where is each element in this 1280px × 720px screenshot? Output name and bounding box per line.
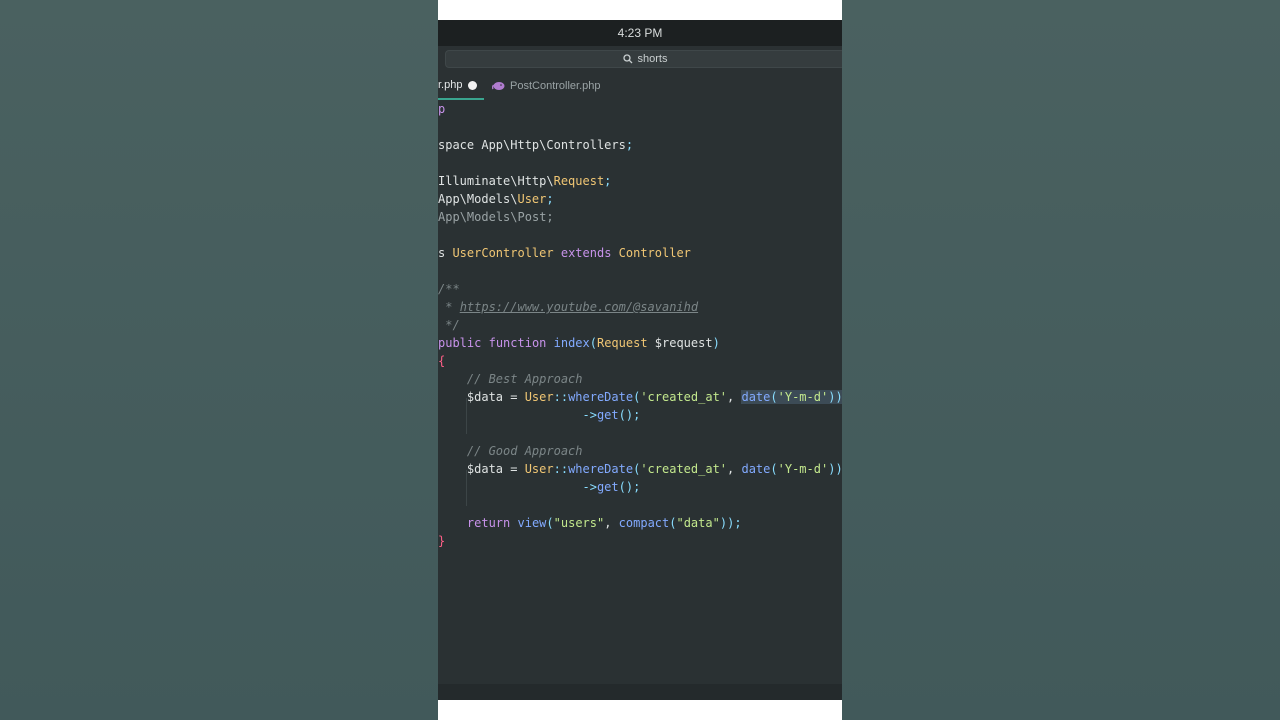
search-value: shorts [637, 53, 668, 65]
code-line-1: p [438, 102, 446, 116]
code-line-14: public function index(Request $request) [438, 336, 720, 350]
code-line-18: ->get(); [582, 408, 641, 422]
code-line-25: } [438, 534, 446, 548]
editor-tabs: r.php PostController.php [438, 72, 842, 100]
top-bar: 4:23 PM [438, 20, 842, 46]
code-line-3: space App\Http\Controllers; [438, 138, 634, 152]
modified-dot-icon [468, 80, 478, 90]
video-frame: 4:23 PM shorts r.php PostController.php [438, 0, 842, 720]
tab-label: PostController.php [510, 80, 601, 92]
code-line-13: */ [438, 318, 460, 332]
code-line-24: return view("users", compact("data")); [466, 516, 742, 530]
code-line-15: { [438, 354, 446, 368]
code-line-7: App\Models\Post; [438, 210, 554, 224]
code-line-6: App\Models\User; [438, 192, 554, 206]
code-line-11: /** [438, 282, 460, 296]
background-right [842, 0, 1280, 720]
code-line-16: // Best Approach [438, 372, 583, 386]
editor-status-bar [438, 684, 842, 700]
search-input[interactable]: shorts [445, 50, 842, 68]
code-line-12: * https://www.youtube.com/@savanihd [438, 300, 699, 314]
tab-label: r.php [438, 79, 463, 91]
code-line-20: // Good Approach [438, 444, 583, 458]
code-line-17: $data = User::whereDate('created_at', da… [438, 390, 842, 404]
background-left [0, 0, 438, 720]
code-line-22: ->get(); [582, 480, 641, 494]
clock: 4:23 PM [617, 26, 663, 40]
search-icon [622, 54, 632, 64]
search-row: shorts [438, 46, 842, 72]
code-line-5: Illuminate\Http\Request; [438, 174, 612, 188]
php-elephant-icon [492, 82, 505, 90]
code-line-21: $data = User::whereDate('created_at', da… [438, 462, 842, 476]
code-editor[interactable]: p space App\Http\Controllers; Illuminate… [438, 100, 842, 684]
tab-user-controller[interactable]: r.php [438, 72, 484, 100]
tab-post-controller[interactable]: PostController.php [492, 72, 601, 100]
code-line-9: s UserController extends Controller [438, 246, 691, 260]
